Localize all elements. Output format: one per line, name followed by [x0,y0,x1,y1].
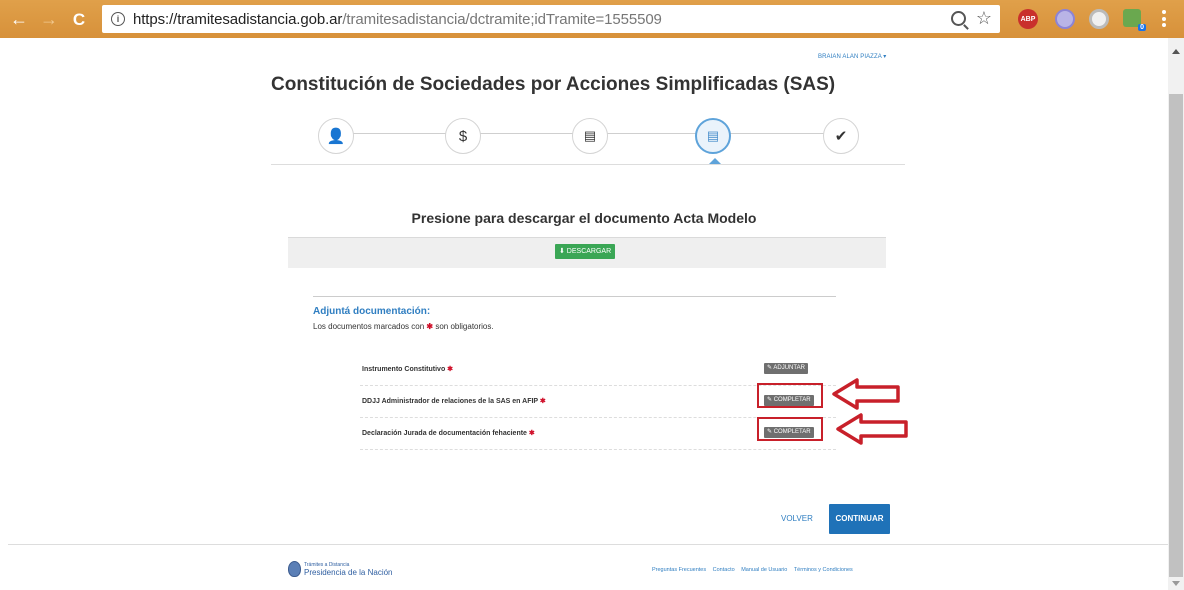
document-name: Instrumento Constitutivo [362,366,446,373]
back-arrow-icon: ← [10,9,28,29]
url-host: https://tramitesadistancia.gob.ar [133,10,343,28]
forward-button[interactable]: → [38,8,60,30]
back-link-button[interactable]: VOLVER [781,514,813,523]
footer-link-manual[interactable]: Manual de Usuario [741,567,787,573]
document-name: Declaración Jurada de documentación feha… [362,430,527,437]
browser-toolbar: ← → C i https://tramitesadistancia.gob.a… [0,0,1184,38]
scroll-thumb[interactable] [1169,94,1183,577]
progress-stepper: 👤 $ ▤ ▤ ✔ [271,118,905,165]
footer-link-terms[interactable]: Términos y Condiciones [794,567,853,573]
document-label: Declaración Jurada de documentación feha… [362,429,535,437]
footer-brand-logo[interactable]: Trámites a Distancia Presidencia de la N… [288,561,393,577]
argentina-emblem-icon [288,561,301,577]
download-band: ⬇ DESCARGAR [288,237,886,268]
green-extension-icon[interactable]: 0 [1123,9,1146,31]
site-info-icon[interactable]: i [111,12,125,26]
browser-menu-icon[interactable] [1162,10,1166,30]
required-mark-icon: ✱ [528,430,535,437]
extension-icon[interactable] [1089,9,1109,29]
step-5-check-icon[interactable]: ✔ [823,118,859,154]
documents-note: Los documentos marcados con ✱ son obliga… [313,322,494,331]
step-4-form-icon[interactable]: ▤ [695,118,731,154]
required-mark-icon: ✱ [426,322,434,331]
annotation-highlight-box [757,417,823,441]
download-button[interactable]: ⬇ DESCARGAR [555,244,616,259]
annotation-arrow-icon [836,413,908,445]
reload-icon: C [72,9,86,29]
user-menu[interactable]: BRAIAN ALAN PIAZZA ▾ [818,53,886,60]
step-2-dollar-icon[interactable]: $ [445,118,481,154]
footer-links: Preguntas Frecuentes Contacto Manual de … [652,567,858,573]
footer-divider [8,544,1168,545]
back-button[interactable]: ← [8,8,30,30]
page-scrollbar[interactable] [1168,38,1184,590]
note-text-after: son obligatorios. [435,322,494,331]
required-mark-icon: ✱ [447,366,454,373]
scroll-up-arrow-icon[interactable] [1172,49,1180,54]
annotation-arrow-icon [832,378,900,410]
documents-title: Adjuntá documentación: [313,306,431,317]
scroll-down-arrow-icon[interactable] [1172,581,1180,586]
page-title: Constitución de Sociedades por Acciones … [271,74,836,95]
section-divider [313,296,836,297]
document-row: Instrumento Constitutivo ✱ ✎ ADJUNTAR [360,354,836,386]
step-1-user-icon[interactable]: 👤 [318,118,354,154]
step-3-form-icon[interactable]: ▤ [572,118,608,154]
document-name: DDJJ Administrador de relaciones de la S… [362,398,538,405]
attach-button[interactable]: ✎ ADJUNTAR [764,363,808,374]
zoom-icon[interactable] [950,10,966,26]
forward-arrow-icon: → [40,9,58,29]
extension-badge: 0 [1138,24,1146,31]
download-title: Presione para descargar el documento Act… [411,210,757,226]
note-text-before: Los documentos marcados con [313,322,425,331]
url-path: /tramitesadistancia/dctramite;idTramite=… [342,10,662,28]
annotation-highlight-box [757,383,823,408]
footer-link-contact[interactable]: Contacto [713,567,735,573]
stepper-divider [271,164,905,165]
required-mark-icon: ✱ [539,398,546,405]
adblock-extension-icon[interactable]: ABP [1018,9,1038,29]
sync-extension-icon[interactable] [1055,9,1075,29]
document-label: Instrumento Constitutivo ✱ [362,365,453,373]
active-step-caret-icon [709,158,721,164]
reload-button[interactable]: C [68,8,90,30]
document-label: DDJJ Administrador de relaciones de la S… [362,397,546,405]
footer-link-faq[interactable]: Preguntas Frecuentes [652,567,706,573]
url-text[interactable]: https://tramitesadistancia.gob.ar/tramit… [133,11,662,28]
address-bar[interactable]: i https://tramitesadistancia.gob.ar/tram… [102,5,1000,33]
continue-button[interactable]: CONTINUAR [829,504,890,534]
bookmark-star-icon[interactable]: ☆ [976,9,992,27]
brand-line-2: Presidencia de la Nación [304,568,393,577]
